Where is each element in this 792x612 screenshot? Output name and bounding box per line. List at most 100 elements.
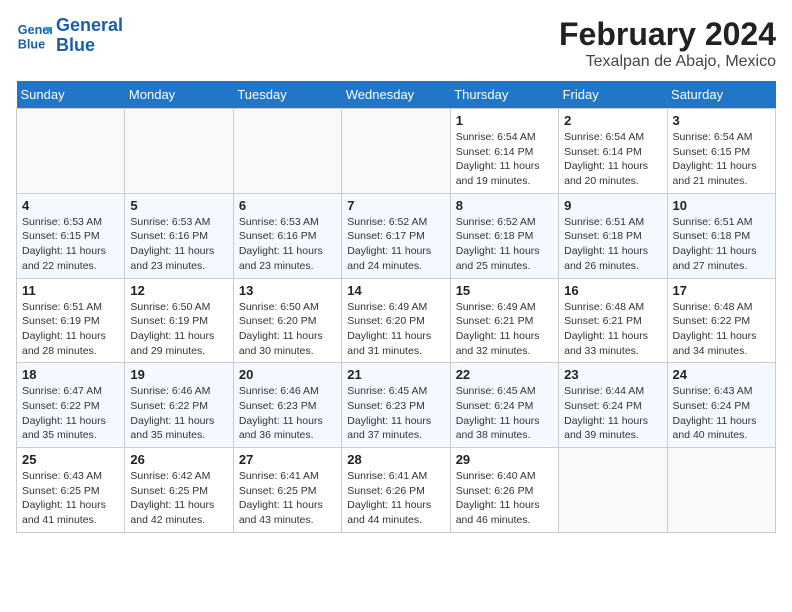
calendar-cell: 2 Sunrise: 6:54 AMSunset: 6:14 PMDaylight…: [559, 109, 667, 194]
day-info: Sunrise: 6:51 AMSunset: 6:18 PMDaylight:…: [673, 215, 770, 274]
day-number: 7: [347, 198, 444, 213]
calendar-cell: 22 Sunrise: 6:45 AMSunset: 6:24 PMDayligh…: [450, 363, 558, 448]
calendar-cell: [233, 109, 341, 194]
day-number: 17: [673, 283, 770, 298]
calendar-cell: 15Sunrise: 6:49 AMSunset: 6:21 PMDayligh…: [450, 278, 558, 363]
day-info: Sunrise: 6:45 AMSunset: 6:24 PMDaylight:…: [456, 384, 553, 443]
day-info: Sunrise: 6:47 AMSunset: 6:22 PMDaylight:…: [22, 384, 119, 443]
day-number: 10: [673, 198, 770, 213]
calendar-cell: 5 Sunrise: 6:53 AMSunset: 6:16 PMDaylight…: [125, 193, 233, 278]
calendar-cell: 28Sunrise: 6:41 AMSunset: 6:26 PMDayligh…: [342, 448, 450, 533]
day-number: 20: [239, 367, 336, 382]
calendar-cell: 6 Sunrise: 6:53 AMSunset: 6:16 PMDaylight…: [233, 193, 341, 278]
day-number: 14: [347, 283, 444, 298]
month-title: February 2024: [559, 16, 776, 53]
col-header-tuesday: Tuesday: [233, 81, 341, 109]
calendar-cell: 13 Sunrise: 6:50 AMSunset: 6:20 PMDayligh…: [233, 278, 341, 363]
day-info: Sunrise: 6:40 AMSunset: 6:26 PMDaylight:…: [456, 469, 553, 528]
day-info: Sunrise: 6:53 AMSunset: 6:16 PMDaylight:…: [239, 215, 336, 274]
calendar-cell: 1 Sunrise: 6:54 AMSunset: 6:14 PMDaylight…: [450, 109, 558, 194]
header: General Blue General Blue February 2024 …: [16, 16, 776, 71]
day-number: 9: [564, 198, 661, 213]
calendar-cell: 14Sunrise: 6:49 AMSunset: 6:20 PMDayligh…: [342, 278, 450, 363]
day-info: Sunrise: 6:54 AMSunset: 6:14 PMDaylight:…: [456, 130, 553, 189]
day-info: Sunrise: 6:54 AMSunset: 6:14 PMDaylight:…: [564, 130, 661, 189]
col-header-sunday: Sunday: [17, 81, 125, 109]
day-number: 18: [22, 367, 119, 382]
day-info: Sunrise: 6:49 AMSunset: 6:21 PMDaylight:…: [456, 300, 553, 359]
day-number: 6: [239, 198, 336, 213]
day-number: 23: [564, 367, 661, 382]
day-info: Sunrise: 6:53 AMSunset: 6:16 PMDaylight:…: [130, 215, 227, 274]
day-info: Sunrise: 6:45 AMSunset: 6:23 PMDaylight:…: [347, 384, 444, 443]
calendar-week-4: 18 Sunrise: 6:47 AMSunset: 6:22 PMDayligh…: [17, 363, 776, 448]
calendar-cell: 20 Sunrise: 6:46 AMSunset: 6:23 PMDayligh…: [233, 363, 341, 448]
calendar-cell: 12Sunrise: 6:50 AMSunset: 6:19 PMDayligh…: [125, 278, 233, 363]
logo-icon: General Blue: [16, 18, 52, 54]
calendar-week-1: 1 Sunrise: 6:54 AMSunset: 6:14 PMDaylight…: [17, 109, 776, 194]
day-number: 24: [673, 367, 770, 382]
day-number: 3: [673, 113, 770, 128]
logo-line1: General: [56, 16, 123, 36]
calendar-cell: 18 Sunrise: 6:47 AMSunset: 6:22 PMDayligh…: [17, 363, 125, 448]
calendar-cell: 9 Sunrise: 6:51 AMSunset: 6:18 PMDaylight…: [559, 193, 667, 278]
calendar-cell: 11Sunrise: 6:51 AMSunset: 6:19 PMDayligh…: [17, 278, 125, 363]
day-number: 8: [456, 198, 553, 213]
logo-text: General Blue: [56, 16, 123, 56]
day-number: 5: [130, 198, 227, 213]
day-number: 16: [564, 283, 661, 298]
calendar-cell: 4Sunrise: 6:53 AMSunset: 6:15 PMDaylight…: [17, 193, 125, 278]
calendar-cell: [559, 448, 667, 533]
day-number: 2: [564, 113, 661, 128]
logo: General Blue General Blue: [16, 16, 123, 56]
day-number: 27: [239, 452, 336, 467]
day-info: Sunrise: 6:50 AMSunset: 6:19 PMDaylight:…: [130, 300, 227, 359]
day-info: Sunrise: 6:50 AMSunset: 6:20 PMDaylight:…: [239, 300, 336, 359]
col-header-friday: Friday: [559, 81, 667, 109]
col-header-monday: Monday: [125, 81, 233, 109]
day-number: 22: [456, 367, 553, 382]
day-number: 19: [130, 367, 227, 382]
calendar-cell: 16 Sunrise: 6:48 AMSunset: 6:21 PMDayligh…: [559, 278, 667, 363]
day-info: Sunrise: 6:51 AMSunset: 6:19 PMDaylight:…: [22, 300, 119, 359]
svg-text:Blue: Blue: [18, 37, 45, 51]
calendar-week-5: 25 Sunrise: 6:43 AMSunset: 6:25 PMDayligh…: [17, 448, 776, 533]
calendar-cell: 8 Sunrise: 6:52 AMSunset: 6:18 PMDaylight…: [450, 193, 558, 278]
day-info: Sunrise: 6:52 AMSunset: 6:18 PMDaylight:…: [456, 215, 553, 274]
day-info: Sunrise: 6:41 AMSunset: 6:25 PMDaylight:…: [239, 469, 336, 528]
title-area: February 2024 Texalpan de Abajo, Mexico: [559, 16, 776, 71]
location-title: Texalpan de Abajo, Mexico: [559, 53, 776, 71]
day-info: Sunrise: 6:41 AMSunset: 6:26 PMDaylight:…: [347, 469, 444, 528]
day-info: Sunrise: 6:48 AMSunset: 6:21 PMDaylight:…: [564, 300, 661, 359]
day-info: Sunrise: 6:46 AMSunset: 6:23 PMDaylight:…: [239, 384, 336, 443]
day-info: Sunrise: 6:52 AMSunset: 6:17 PMDaylight:…: [347, 215, 444, 274]
calendar-cell: 29 Sunrise: 6:40 AMSunset: 6:26 PMDayligh…: [450, 448, 558, 533]
day-info: Sunrise: 6:51 AMSunset: 6:18 PMDaylight:…: [564, 215, 661, 274]
day-info: Sunrise: 6:43 AMSunset: 6:25 PMDaylight:…: [22, 469, 119, 528]
calendar-cell: 21Sunrise: 6:45 AMSunset: 6:23 PMDayligh…: [342, 363, 450, 448]
day-info: Sunrise: 6:54 AMSunset: 6:15 PMDaylight:…: [673, 130, 770, 189]
day-info: Sunrise: 6:43 AMSunset: 6:24 PMDaylight:…: [673, 384, 770, 443]
col-header-wednesday: Wednesday: [342, 81, 450, 109]
header-row: SundayMondayTuesdayWednesdayThursdayFrid…: [17, 81, 776, 109]
calendar-cell: [17, 109, 125, 194]
day-number: 4: [22, 198, 119, 213]
calendar-cell: 27 Sunrise: 6:41 AMSunset: 6:25 PMDayligh…: [233, 448, 341, 533]
calendar-cell: 19Sunrise: 6:46 AMSunset: 6:22 PMDayligh…: [125, 363, 233, 448]
day-number: 25: [22, 452, 119, 467]
day-info: Sunrise: 6:42 AMSunset: 6:25 PMDaylight:…: [130, 469, 227, 528]
calendar-cell: 10 Sunrise: 6:51 AMSunset: 6:18 PMDayligh…: [667, 193, 775, 278]
day-number: 1: [456, 113, 553, 128]
day-info: Sunrise: 6:48 AMSunset: 6:22 PMDaylight:…: [673, 300, 770, 359]
calendar-cell: [342, 109, 450, 194]
day-info: Sunrise: 6:44 AMSunset: 6:24 PMDaylight:…: [564, 384, 661, 443]
calendar-table: SundayMondayTuesdayWednesdayThursdayFrid…: [16, 81, 776, 533]
day-number: 29: [456, 452, 553, 467]
calendar-cell: 25 Sunrise: 6:43 AMSunset: 6:25 PMDayligh…: [17, 448, 125, 533]
calendar-cell: [667, 448, 775, 533]
day-number: 26: [130, 452, 227, 467]
calendar-cell: 3 Sunrise: 6:54 AMSunset: 6:15 PMDaylight…: [667, 109, 775, 194]
logo-line2: Blue: [56, 36, 123, 56]
calendar-cell: [125, 109, 233, 194]
day-number: 13: [239, 283, 336, 298]
